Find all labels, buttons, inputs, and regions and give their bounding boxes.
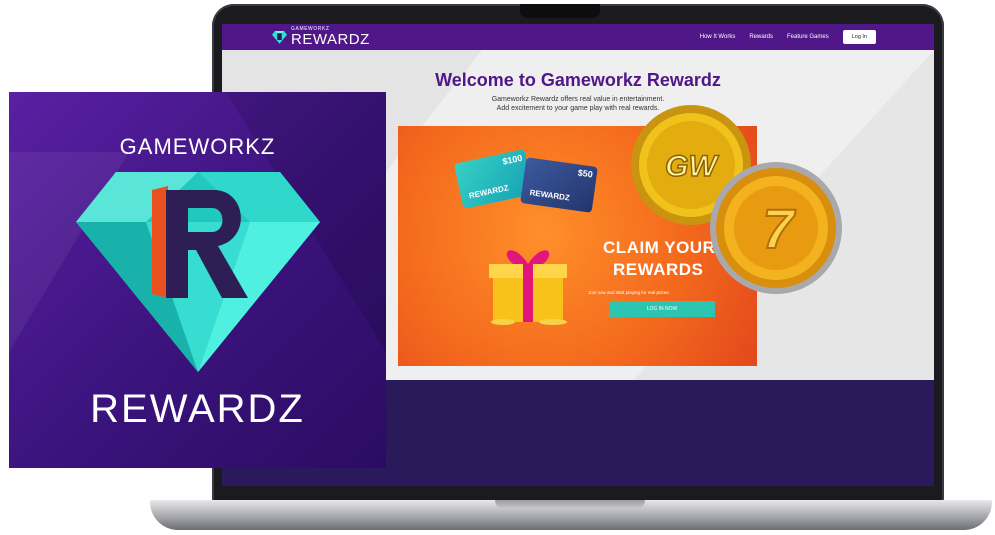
laptop-camera-notch xyxy=(520,4,600,18)
gift-card-amount: $100 xyxy=(501,152,524,167)
gift-box-icon xyxy=(489,250,567,325)
tile-bottom-text: REWARDZ xyxy=(90,387,305,431)
claim-subtitle: Join now and start playing for real priz… xyxy=(588,290,670,295)
gift-card-amount: $50 xyxy=(577,167,594,180)
hero-title: Welcome to Gameworkz Rewardz xyxy=(435,70,721,90)
diamond-r-logo-icon xyxy=(76,172,320,372)
nav-link-feature-games[interactable]: Feature Games xyxy=(787,34,829,40)
gameworkz-rewardz-app-tile: GAMEWORKZ REWARDZ xyxy=(9,92,386,468)
nav-links: How It Works Rewards Feature Games Log I… xyxy=(700,24,876,50)
site-logo[interactable]: GAMEWORKZ REWARDZ xyxy=(272,27,370,47)
nav-link-rewards[interactable]: Rewards xyxy=(749,34,773,40)
site-navbar: GAMEWORKZ REWARDZ How It Works Rewards F… xyxy=(222,24,934,50)
laptop-base-groove xyxy=(495,500,645,509)
login-button[interactable]: Log In xyxy=(842,30,876,44)
seven-coin-icon: 7 xyxy=(710,162,842,294)
seven-coin-text: 7 xyxy=(762,197,796,260)
nav-link-how-it-works[interactable]: How It Works xyxy=(700,34,736,40)
brand-big-text: REWARDZ xyxy=(291,31,370,48)
login-now-button[interactable]: LOG IN NOW xyxy=(609,301,715,317)
gift-card-label: REWARDZ xyxy=(529,188,571,203)
gift-card-label: REWARDZ xyxy=(468,183,510,201)
claim-title-line2: REWARDS xyxy=(613,260,704,279)
gift-card-50: $50 REWARDZ xyxy=(520,157,598,213)
claim-title-line1: CLAIM YOUR xyxy=(603,238,716,257)
gem-logo-icon xyxy=(272,31,287,44)
tile-top-text: GAMEWORKZ xyxy=(119,134,276,159)
